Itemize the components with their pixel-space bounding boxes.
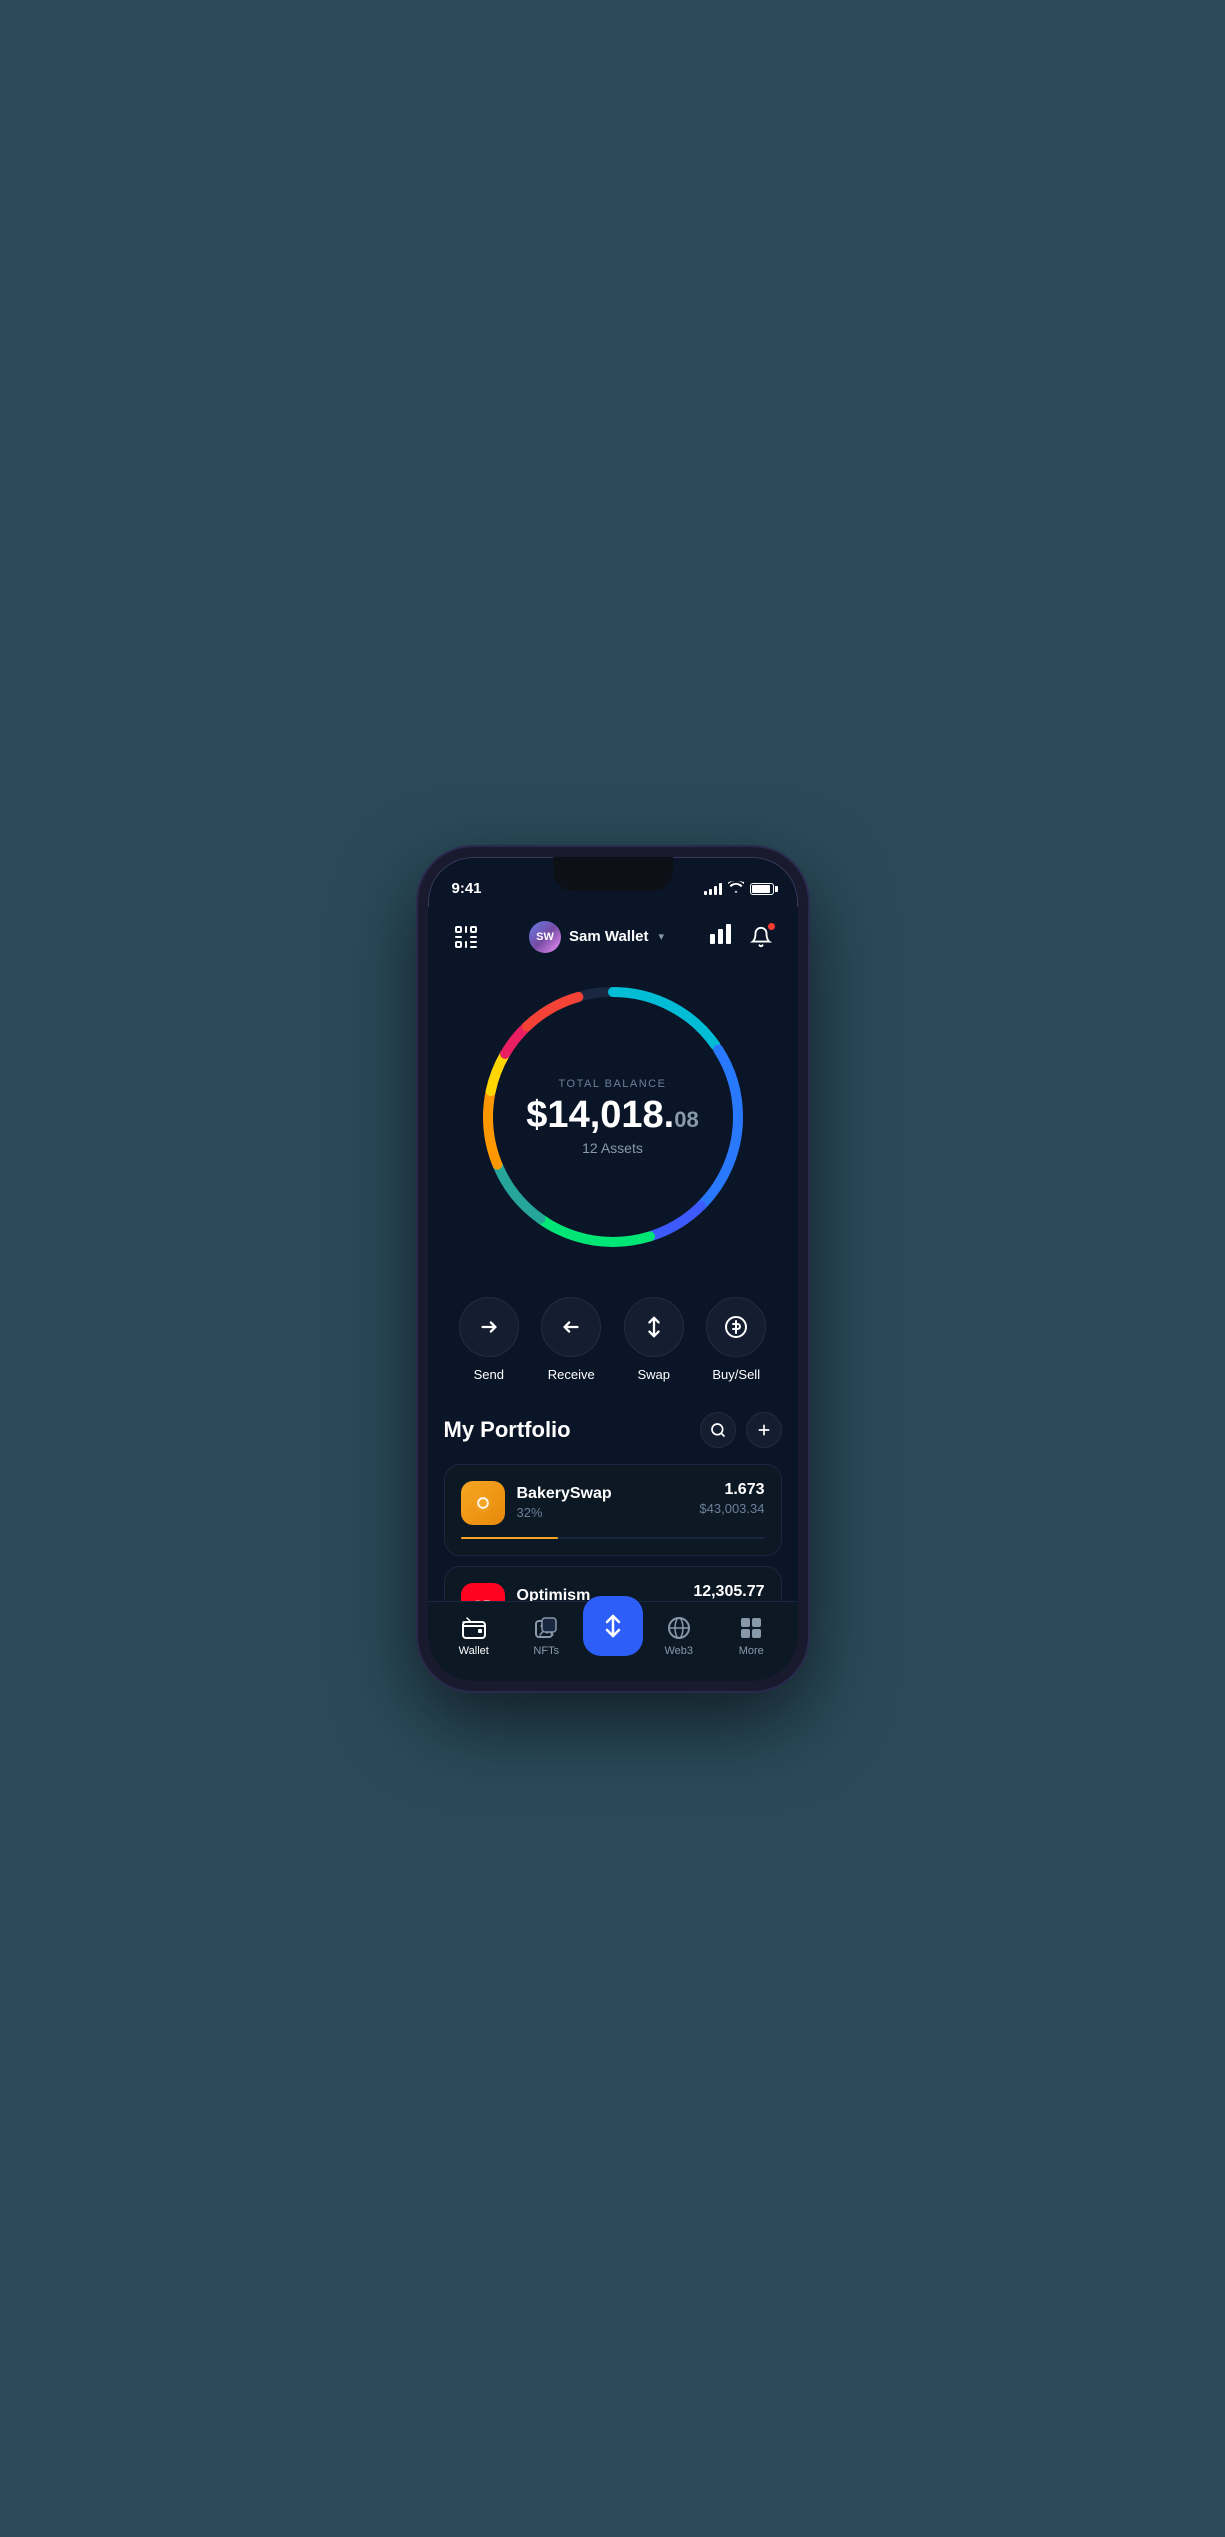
notch xyxy=(553,857,673,891)
scan-icon[interactable] xyxy=(448,919,484,955)
phone-frame: 9:41 xyxy=(418,847,808,1691)
send-button[interactable]: Send xyxy=(459,1297,519,1382)
center-swap-button[interactable] xyxy=(583,1596,643,1656)
notification-dot xyxy=(767,922,776,931)
buy-sell-button[interactable]: Buy/Sell xyxy=(706,1297,766,1382)
bottom-nav: Wallet NFTs xyxy=(428,1601,798,1681)
buy-sell-label: Buy/Sell xyxy=(712,1367,760,1382)
more-nav-label: More xyxy=(739,1645,764,1657)
wallet-nav-icon xyxy=(461,1615,487,1641)
notification-icon[interactable] xyxy=(744,920,778,954)
nav-item-more[interactable]: More xyxy=(715,1615,788,1657)
asset-amount-bakeryswap: 1.673 xyxy=(699,1481,764,1499)
header: SW Sam Wallet ▾ xyxy=(428,907,798,967)
portfolio-section: My Portfolio xyxy=(428,1412,798,1601)
wifi-icon xyxy=(728,881,744,896)
wallet-selector[interactable]: SW Sam Wallet ▾ xyxy=(529,921,664,953)
asset-usd-bakeryswap: $43,003.34 xyxy=(699,1501,764,1516)
nav-item-wallet[interactable]: Wallet xyxy=(438,1615,511,1657)
chart-icon[interactable] xyxy=(710,924,732,949)
nav-item-web3[interactable]: Web3 xyxy=(643,1615,716,1657)
assets-count: 12 Assets xyxy=(526,1140,698,1156)
balance-label: TOTAL BALANCE xyxy=(526,1078,698,1090)
status-time: 9:41 xyxy=(452,880,482,897)
status-icons xyxy=(704,881,774,896)
portfolio-header: My Portfolio xyxy=(444,1412,782,1448)
nfts-nav-label: NFTs xyxy=(533,1645,559,1657)
receive-button[interactable]: Receive xyxy=(541,1297,601,1382)
web3-nav-label: Web3 xyxy=(664,1645,693,1657)
swap-button[interactable]: Swap xyxy=(624,1297,684,1382)
more-nav-icon xyxy=(738,1615,764,1641)
nav-item-nfts[interactable]: NFTs xyxy=(510,1615,583,1657)
asset-card-bakeryswap[interactable]: BakerySwap 32% 1.673 $43,003.34 xyxy=(444,1464,782,1556)
wallet-nav-label: Wallet xyxy=(459,1645,489,1657)
donut-chart: TOTAL BALANCE $14,018.08 12 Assets xyxy=(473,977,753,1257)
wallet-name: Sam Wallet xyxy=(569,928,648,945)
asset-amount-optimism: 12,305.77 xyxy=(693,1583,764,1601)
web3-nav-icon xyxy=(666,1615,692,1641)
search-button[interactable] xyxy=(700,1412,736,1448)
swap-label: Swap xyxy=(637,1367,670,1382)
action-buttons: Send Receive xyxy=(428,1277,798,1412)
asset-name-optimism: Optimism xyxy=(517,1587,591,1601)
battery-icon xyxy=(750,883,774,895)
send-label: Send xyxy=(474,1367,504,1382)
chevron-down-icon: ▾ xyxy=(658,930,664,943)
balance-amount: $14,018.08 xyxy=(526,1096,698,1134)
optimism-icon: OP xyxy=(461,1583,505,1601)
add-asset-button[interactable] xyxy=(746,1412,782,1448)
balance-section: TOTAL BALANCE $14,018.08 12 Assets xyxy=(428,967,798,1277)
avatar: SW xyxy=(529,921,561,953)
nfts-nav-icon xyxy=(533,1615,559,1641)
asset-bar-bakeryswap xyxy=(461,1537,765,1539)
bakeryswap-icon xyxy=(461,1481,505,1525)
balance-center: TOTAL BALANCE $14,018.08 12 Assets xyxy=(526,1078,698,1156)
app-content[interactable]: SW Sam Wallet ▾ xyxy=(428,907,798,1601)
asset-name-bakeryswap: BakerySwap xyxy=(517,1485,612,1503)
portfolio-title: My Portfolio xyxy=(444,1417,571,1443)
signal-bars-icon xyxy=(704,883,722,895)
asset-percent-bakeryswap: 32% xyxy=(517,1505,612,1520)
receive-label: Receive xyxy=(548,1367,595,1382)
